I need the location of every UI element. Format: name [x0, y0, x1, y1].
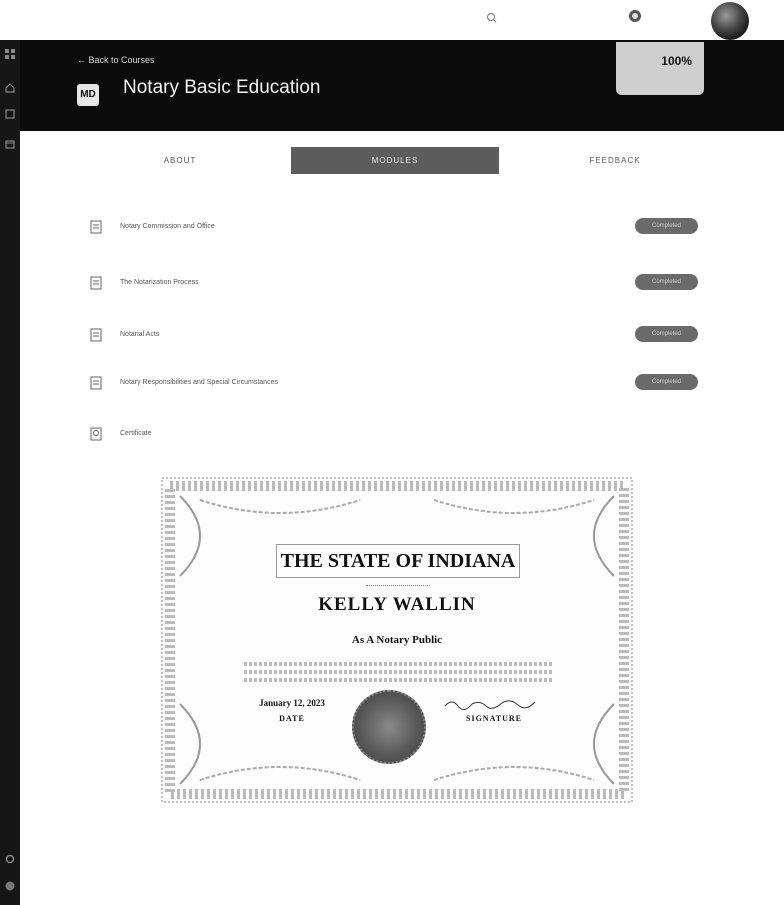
course-logo: MD: [77, 84, 99, 106]
tab-about[interactable]: ABOUT: [140, 147, 220, 174]
module-row[interactable]: Notarial Acts Completed: [90, 326, 702, 346]
status-badge: Completed: [635, 374, 698, 390]
module-title[interactable]: The Notarization Process: [120, 279, 199, 286]
certificate: THE STATE OF INDIANA KELLY WALLIN As A N…: [160, 476, 634, 804]
back-to-courses-link[interactable]: ← Back to Courses: [77, 55, 155, 65]
top-bar: [0, 0, 784, 40]
grid-icon[interactable]: [4, 48, 16, 60]
course-header: ← Back to Courses MD Notary Basic Educat…: [20, 40, 784, 131]
divider: [366, 585, 430, 586]
certificate-date: January 12, 2023: [259, 698, 325, 708]
module-icon: [90, 376, 102, 390]
search-icon[interactable]: [485, 11, 499, 25]
status-badge: Completed: [635, 326, 698, 342]
notification-icon[interactable]: [626, 7, 644, 25]
tab-modules[interactable]: MODULES: [291, 147, 499, 174]
module-row[interactable]: Notary Responsibilities and Special Circ…: [90, 374, 702, 394]
module-title[interactable]: Notarial Acts: [120, 331, 159, 338]
avatar[interactable]: [711, 2, 749, 40]
signature-label: SIGNATURE: [466, 714, 522, 723]
sidebar: [0, 40, 20, 905]
module-title[interactable]: Certificate: [120, 430, 152, 437]
module-row[interactable]: Notary Commission and Office Completed: [90, 218, 702, 238]
home-icon[interactable]: [4, 82, 16, 94]
module-icon: [90, 220, 102, 234]
module-title[interactable]: Notary Commission and Office: [120, 223, 215, 230]
progress-card: 100%: [616, 42, 704, 95]
module-icon: [90, 328, 102, 342]
calendar-icon[interactable]: [4, 138, 16, 150]
book-icon[interactable]: [4, 108, 16, 120]
certificate-icon: [90, 427, 102, 441]
settings-icon[interactable]: [4, 853, 16, 865]
seal-icon: [352, 690, 426, 764]
certificate-body-text: [244, 678, 554, 682]
profile-icon[interactable]: [4, 880, 16, 892]
tab-feedback[interactable]: FEEDBACK: [560, 147, 670, 174]
progress-value: 100%: [661, 54, 692, 68]
course-title: Notary Basic Education: [123, 77, 321, 98]
module-row[interactable]: Certificate: [90, 425, 702, 445]
module-row[interactable]: The Notarization Process Completed: [90, 274, 702, 294]
certificate-recipient-name: KELLY WALLIN: [318, 594, 476, 615]
status-badge: Completed: [635, 274, 698, 290]
status-badge: Completed: [635, 218, 698, 234]
module-icon: [90, 276, 102, 290]
certificate-state-title: THE STATE OF INDIANA: [280, 550, 516, 572]
signature-icon: [444, 700, 536, 710]
module-title[interactable]: Notary Responsibilities and Special Circ…: [120, 379, 278, 386]
certificate-role: As A Notary Public: [351, 634, 443, 646]
date-label: DATE: [279, 714, 305, 723]
certificate-body-text: [244, 670, 554, 674]
certificate-body-text: [244, 662, 554, 666]
